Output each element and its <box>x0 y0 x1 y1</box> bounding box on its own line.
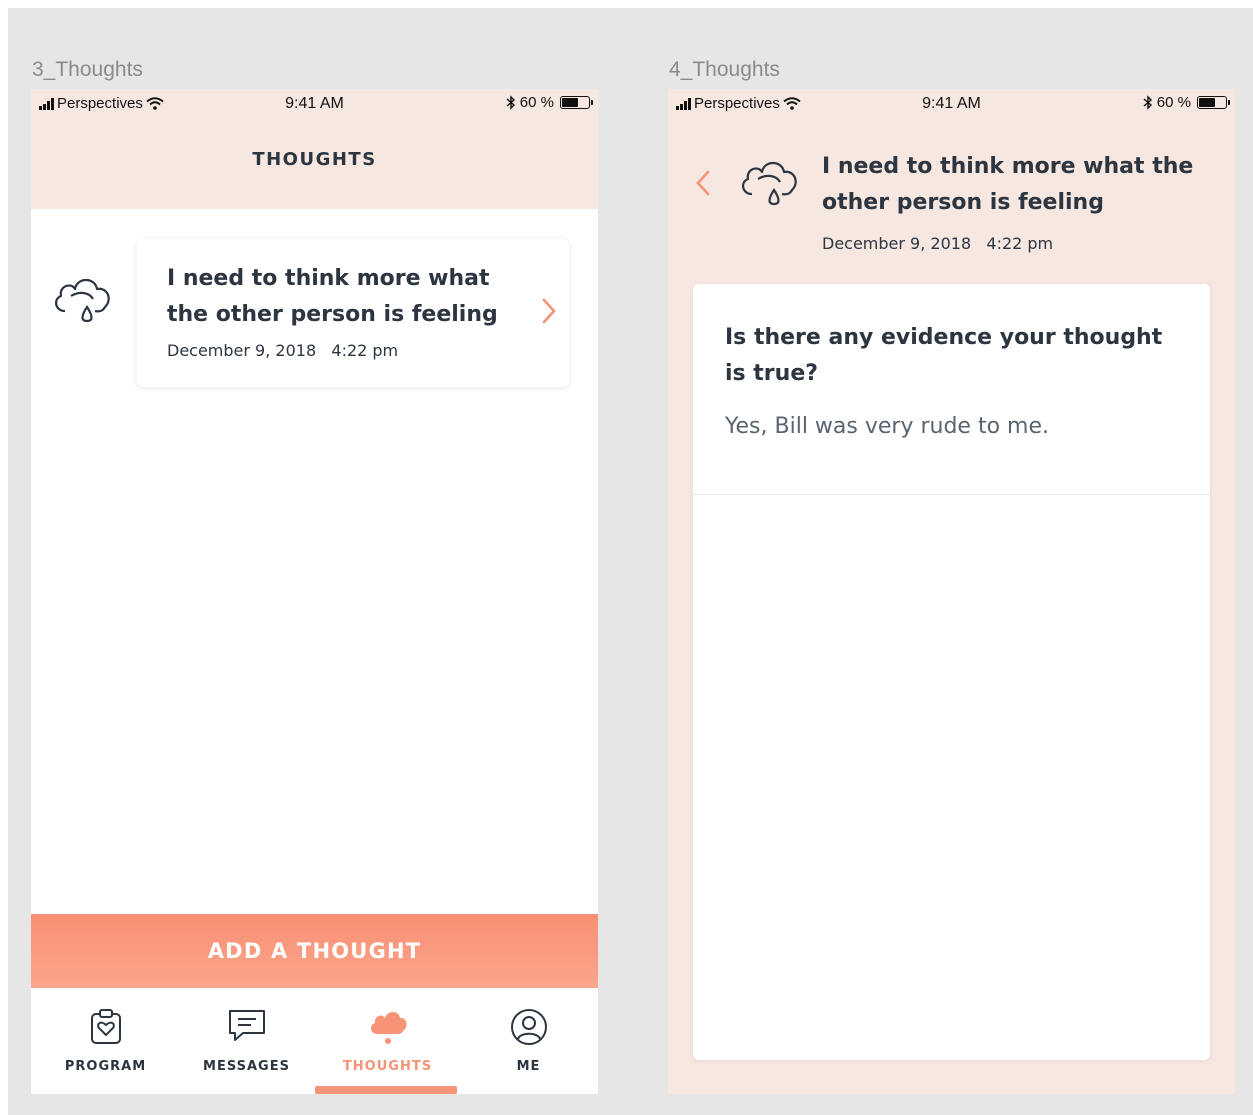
status-bar: Perspectives 9:41 AM 60 % <box>668 89 1235 119</box>
question-card: Is there any evidence your thought is tr… <box>693 284 1210 1060</box>
clipboard-heart-icon <box>90 1009 121 1044</box>
thought-date: December 9, 2018 4:22 pm <box>167 341 399 360</box>
artboard-label-1: 3_Thoughts <box>32 58 143 81</box>
chevron-right-icon <box>542 298 556 324</box>
thought-title: I need to think more what the other pers… <box>822 154 1194 215</box>
status-bar: Perspectives 9:41 AM 60 % <box>31 89 598 119</box>
artboard-label-2: 4_Thoughts <box>669 58 780 81</box>
tab-label-messages: MESSAGES <box>203 1059 290 1074</box>
tab-me[interactable]: ME <box>458 988 598 1094</box>
cloud-rain-icon <box>51 271 115 336</box>
answer-text[interactable]: Yes, Bill was very rude to me. <box>725 414 1049 439</box>
add-thought-button[interactable]: ADD A THOUGHT <box>31 914 598 988</box>
active-tab-indicator <box>315 1086 457 1094</box>
message-icon <box>228 1010 265 1041</box>
divider <box>693 494 1210 495</box>
tab-thoughts[interactable]: THOUGHTS <box>317 988 458 1094</box>
add-thought-label: ADD A THOUGHT <box>207 939 422 963</box>
question-text: Is there any evidence your thought is tr… <box>725 325 1163 386</box>
battery-percent: 60 % <box>519 94 554 111</box>
battery-icon <box>1197 96 1230 109</box>
thought-detail-screen: Perspectives 9:41 AM 60 % I need to thin… <box>668 89 1235 1094</box>
tab-label-me: ME <box>516 1059 541 1074</box>
thought-date: December 9, 2018 4:22 pm <box>822 234 1054 253</box>
tab-messages[interactable]: MESSAGES <box>176 988 317 1094</box>
tab-label-thoughts: THOUGHTS <box>342 1059 433 1074</box>
tab-program[interactable]: PROGRAM <box>35 988 176 1094</box>
tab-label-program: PROGRAM <box>64 1059 147 1074</box>
thoughts-list-screen: Perspectives 9:41 AM 60 % THOUGHTS I nee… <box>31 89 598 1094</box>
cloud-rain-icon <box>738 154 802 219</box>
canvas: 3_Thoughts 4_Thoughts Perspectives 9:41 … <box>8 8 1253 1115</box>
battery-icon <box>560 96 593 109</box>
bluetooth-icon <box>506 95 515 110</box>
back-button[interactable] <box>694 169 712 202</box>
chevron-left-icon <box>696 170 710 196</box>
cloud-icon <box>370 1012 407 1044</box>
bluetooth-icon <box>1143 95 1152 110</box>
thought-title: I need to think more what the other pers… <box>167 266 498 327</box>
user-icon <box>510 1009 547 1045</box>
thought-card[interactable]: I need to think more what the other pers… <box>137 239 569 387</box>
page-title: THOUGHTS <box>252 149 377 170</box>
battery-percent: 60 % <box>1156 94 1191 111</box>
tab-bar: PROGRAM MESSAGES THOUGHTS ME <box>31 988 598 1094</box>
header: Perspectives 9:41 AM 60 % THOUGHTS <box>31 89 598 209</box>
